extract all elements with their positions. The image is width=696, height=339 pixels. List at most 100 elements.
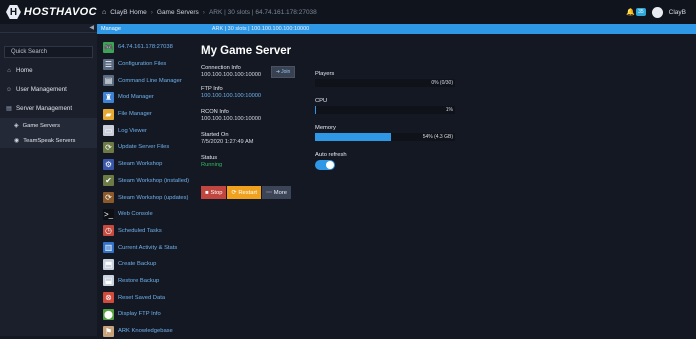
notifications[interactable]: 🔔 35	[626, 8, 646, 16]
tool-ftp[interactable]: ⬤ Display FTP Info	[103, 306, 201, 323]
restart-button[interactable]: ⟳ Restart	[227, 186, 261, 199]
breadcrumb: ⌂ ClayB Home › Game Servers › ARK | 30 s…	[97, 9, 317, 16]
server-actions: ■ Stop ⟳ Restart ⋯ More	[201, 186, 421, 199]
search-input[interactable]: Quick Search	[4, 46, 93, 58]
brand-name: HOSTHAVOC	[23, 6, 97, 18]
sidebar-item-server-management[interactable]: ▤ Server Management	[0, 99, 97, 118]
workshop-updates-icon: ⟳	[103, 192, 114, 204]
restore-backup-icon: ⬓	[103, 275, 114, 287]
tool-label: Steam Workshop (installed)	[118, 177, 190, 184]
user-name[interactable]: ClayB	[669, 9, 686, 16]
tool-clock[interactable]: ◷ Scheduled Tasks	[103, 223, 201, 240]
memory-bar: 54% (4.3 GB)	[315, 133, 455, 141]
connection-info-label: Connection Info	[201, 65, 241, 71]
breadcrumb-home[interactable]: ClayB Home	[110, 9, 146, 16]
reset-icon: ⊗	[103, 292, 114, 304]
sidebar-item-user-management[interactable]: ☺ User Management	[0, 80, 97, 99]
auto-refresh-label: Auto refresh	[315, 152, 347, 158]
tool-folder[interactable]: ▰ File Manager	[103, 106, 201, 123]
ftp-icon: ⬤	[103, 308, 114, 320]
console-icon: >_	[103, 208, 114, 220]
tool-create-backup[interactable]: ⬒ Create Backup	[103, 256, 201, 273]
sidebar-item-teamspeak-servers[interactable]: ◉ TeamSpeak Servers	[0, 133, 97, 148]
stop-icon: ■	[205, 189, 209, 196]
memory-value: 54% (4.3 GB)	[422, 134, 453, 140]
server-tools-list: 🎮 64.74.161.178:27038 ☰ Configuration Files…	[103, 39, 201, 339]
top-right-area: 🔔 35 ClayB	[626, 6, 696, 18]
restart-label: Restart	[238, 189, 257, 196]
page-title: My Game Server	[201, 45, 292, 57]
tool-config-file[interactable]: ☰ Configuration Files	[103, 56, 201, 73]
breadcrumb-separator: ›	[150, 8, 153, 16]
sidebar-item-label: Game Servers	[22, 122, 60, 129]
players-value: 0% (0/30)	[431, 80, 453, 86]
tool-update[interactable]: ⟳ Update Server Files	[103, 139, 201, 156]
avatar[interactable]	[651, 6, 663, 18]
auto-refresh-toggle[interactable]	[315, 160, 335, 170]
players-label: Players	[315, 71, 335, 77]
stats-icon: ▥	[103, 242, 114, 254]
tool-stats[interactable]: ▥ Current Activity & Stats	[103, 239, 201, 256]
tool-restore-backup[interactable]: ⬓ Restore Backup	[103, 273, 201, 290]
users-icon: ☺	[5, 86, 13, 93]
sidebar-item-label: User Management	[16, 86, 67, 93]
memory-bar-fill	[315, 133, 391, 141]
tool-label: Scheduled Tasks	[118, 227, 162, 234]
join-button[interactable]: ➜ Join	[271, 66, 296, 78]
tool-label: Configuration Files	[118, 61, 167, 68]
top-bar: H HOSTHAVOC ⌂ ClayB Home › Game Servers …	[0, 0, 696, 24]
gamepad-icon: 🎮	[103, 41, 114, 53]
tool-label: Display FTP Info	[118, 311, 161, 318]
tool-knowledgebase[interactable]: ⚑ ARK Knowledgebase	[103, 323, 201, 339]
tool-label: Restore Backup	[118, 277, 160, 284]
tool-workshop-updates[interactable]: ⟳ Steam Workshop (updates)	[103, 189, 201, 206]
tool-workshop[interactable]: ⚙ Steam Workshop	[103, 156, 201, 173]
connection-info-value: 100.100.100.100:10000	[201, 72, 262, 78]
config-file-icon: ☰	[103, 58, 114, 70]
breadcrumb-section[interactable]: Game Servers	[157, 9, 199, 16]
tool-command-line[interactable]: ▤ Command Line Manager	[103, 72, 201, 89]
cpu-label: CPU	[315, 98, 328, 104]
sidebar-item-game-servers[interactable]: ◈ Game Servers	[0, 118, 97, 133]
more-button[interactable]: ⋯ More	[262, 186, 292, 199]
gamepad-icon: ◈	[14, 123, 19, 129]
mod-icon: ♜	[103, 91, 114, 103]
notification-badge: 35	[636, 8, 646, 16]
memory-label: Memory	[315, 125, 336, 131]
brand-logo[interactable]: H HOSTHAVOC	[0, 5, 97, 19]
tool-mod[interactable]: ♜ Mod Manager	[103, 89, 201, 106]
sidebar-item-label: TeamSpeak Servers	[23, 137, 76, 144]
brand-badge-icon: H	[6, 5, 21, 19]
tool-workshop-installed[interactable]: ✔ Steam Workshop (installed)	[103, 173, 201, 190]
main-content: Manage ARK | 30 slots | 100.100.100.100:…	[97, 24, 696, 339]
workshop-icon: ⚙	[103, 158, 114, 170]
log-icon: ▭	[103, 125, 114, 137]
cpu-bar-fill	[315, 106, 317, 114]
tool-label: Mod Manager	[118, 94, 154, 101]
tool-reset[interactable]: ⊗ Reset Saved Data	[103, 289, 201, 306]
bell-icon: 🔔	[626, 9, 636, 16]
tool-label: Steam Workshop	[118, 161, 163, 168]
sidebar-item-label: Server Management	[16, 105, 73, 112]
tool-gamepad[interactable]: 🎮 64.74.161.178:27038	[103, 39, 201, 56]
server-icon: ▤	[6, 106, 12, 112]
sidebar-collapse-bar: ◀	[0, 24, 97, 33]
tool-console[interactable]: >_ Web Console	[103, 206, 201, 223]
breadcrumb-current: ARK | 30 slots | 64.74.161.178:27038	[208, 8, 317, 16]
join-label: Join	[281, 68, 291, 75]
manage-bar: Manage ARK | 30 slots | 100.100.100.100:…	[97, 24, 696, 34]
tool-label: Current Activity & Stats	[118, 244, 178, 251]
tool-label: Reset Saved Data	[118, 294, 166, 301]
tool-label: Web Console	[118, 211, 153, 218]
stop-button[interactable]: ■ Stop	[201, 186, 227, 199]
sidebar-item-home[interactable]: ⌂ Home	[0, 61, 97, 80]
tool-log[interactable]: ▭ Log Viewer	[103, 122, 201, 139]
more-icon: ⋯	[266, 189, 272, 196]
folder-icon: ▰	[103, 108, 114, 120]
join-arrow-icon: ➜	[275, 68, 281, 75]
collapse-chevron-icon[interactable]: ◀	[89, 24, 94, 31]
more-label: More	[273, 189, 288, 196]
knowledgebase-icon: ⚑	[103, 325, 114, 337]
tool-label: Update Server Files	[118, 144, 170, 151]
server-stats: Players 0% (0/30) CPU 1% Memory 54% (4.3…	[315, 71, 455, 170]
